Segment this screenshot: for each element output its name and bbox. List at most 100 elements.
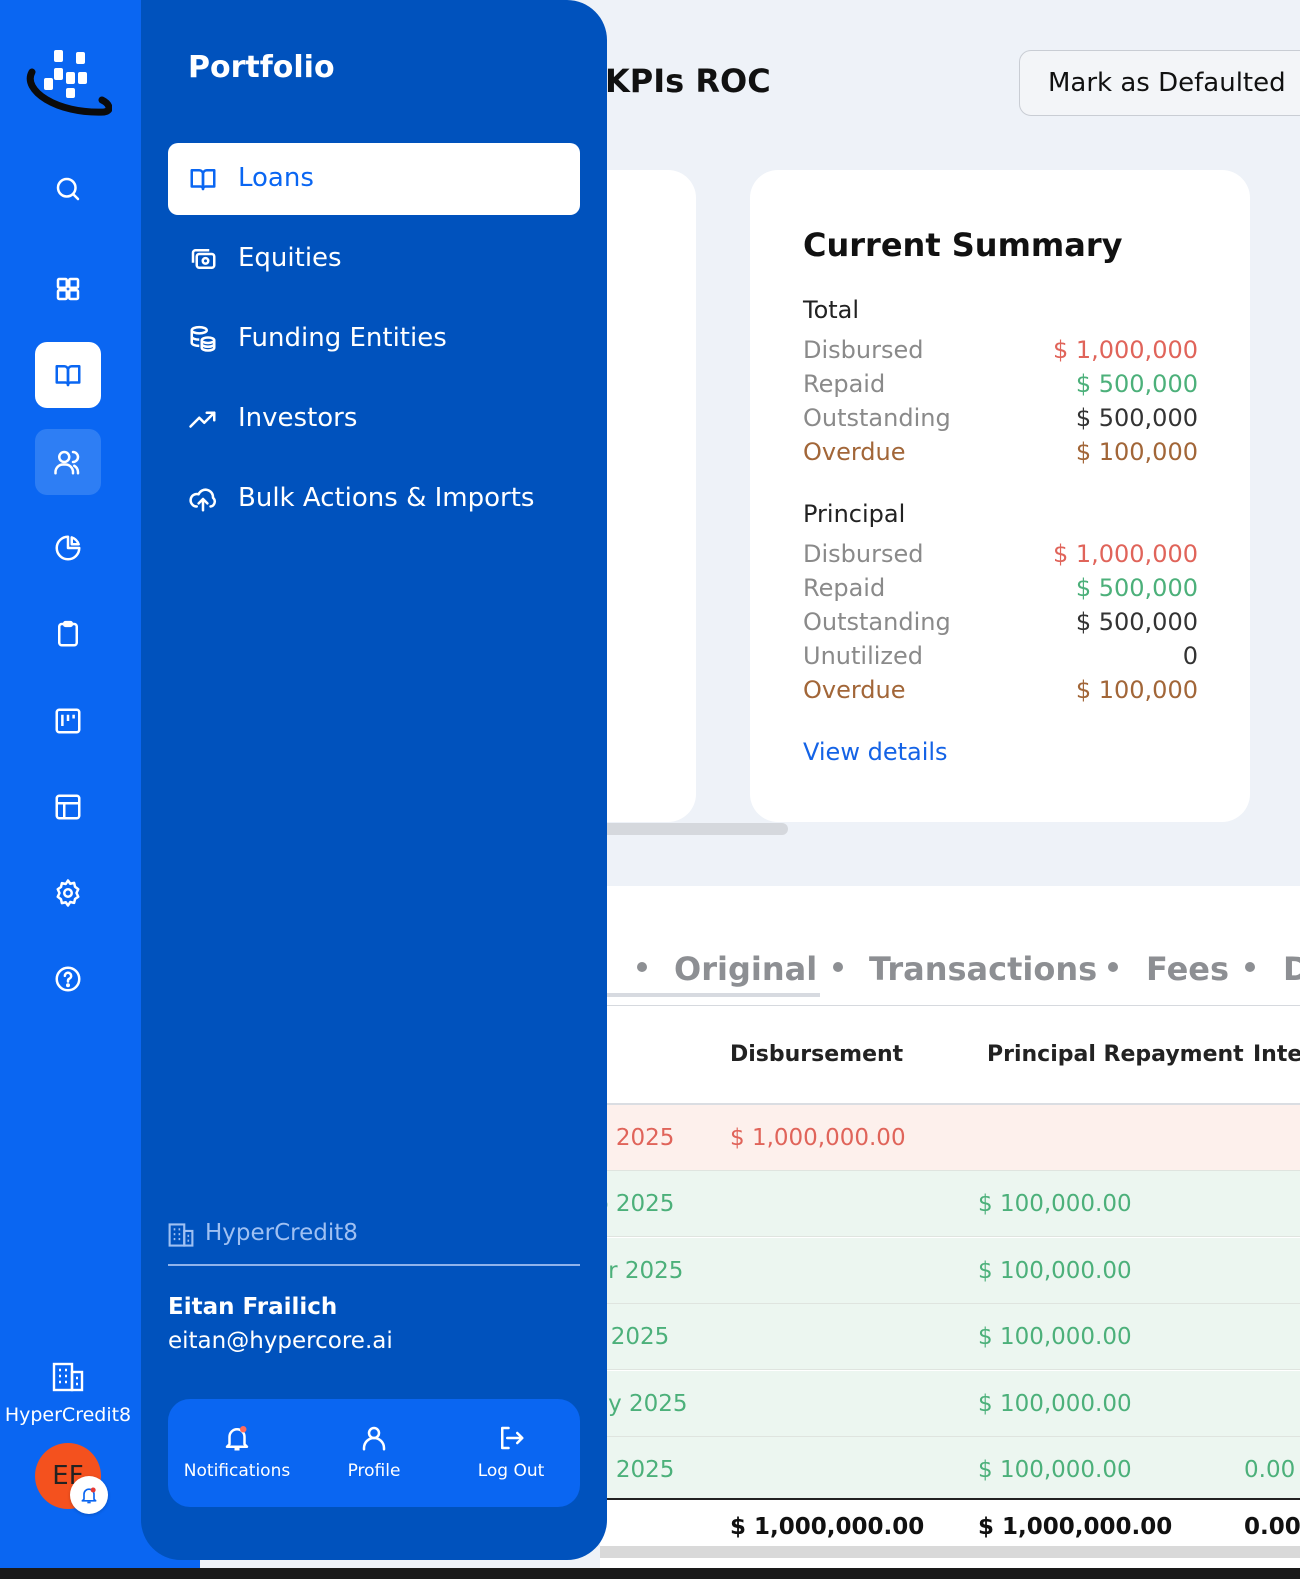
- total-outstanding-row: Outstanding $ 500,000: [803, 404, 1198, 438]
- principal-overdue-row: Overdue $ 100,000: [803, 676, 1198, 710]
- menu-item-equities[interactable]: Equities: [168, 223, 580, 295]
- cell-principal: $ 100,000.00: [978, 1258, 1132, 1284]
- logout-button[interactable]: Log Out: [442, 1399, 580, 1507]
- menu-item-funding-entities[interactable]: Funding Entities: [168, 303, 580, 375]
- gear-icon: [56, 879, 80, 907]
- rail-help-button[interactable]: [35, 946, 101, 1012]
- action-label: Notifications: [183, 1461, 291, 1481]
- cell-date: ay 2025: [594, 1391, 688, 1417]
- rail-search-button[interactable]: [35, 156, 101, 222]
- tab-transactions[interactable]: Transactions: [869, 950, 1097, 988]
- menu-item-label: Loans: [238, 163, 314, 193]
- cell-principal: $ 1,000,000.00: [978, 1514, 1173, 1540]
- principal-repaid-row: Repaid $ 500,000: [803, 574, 1198, 608]
- cell-disbursement: $ 1,000,000.00: [730, 1514, 925, 1540]
- row-label: Disbursed: [803, 336, 924, 364]
- menu-item-label: Equities: [238, 243, 342, 273]
- bell-icon: [225, 1426, 249, 1451]
- summary-title: Current Summary: [803, 226, 1123, 264]
- tab-separator: [1245, 962, 1255, 972]
- row-value: $ 500,000: [1075, 574, 1198, 602]
- coins-icon: [190, 325, 216, 352]
- table-row[interactable]: ay 2025 $ 100,000.00: [594, 1371, 1300, 1437]
- table-scrollbar[interactable]: [600, 1546, 1300, 1558]
- cards-scrollbar[interactable]: [600, 823, 788, 835]
- row-label: Repaid: [803, 574, 886, 602]
- table-row[interactable]: r 2025 $ 100,000.00: [594, 1304, 1300, 1370]
- rail-reports-button[interactable]: [35, 515, 101, 581]
- user-icon: [362, 1426, 386, 1451]
- table-row[interactable]: ar 2025 $ 100,000.00: [594, 1238, 1300, 1304]
- building-icon: [52, 1362, 84, 1392]
- cell-principal: $ 100,000.00: [978, 1191, 1132, 1217]
- menu-item-loans[interactable]: Loans: [168, 143, 580, 215]
- tab-separator: [637, 962, 647, 972]
- panel-title: Portfolio: [188, 50, 335, 85]
- rail-dashboard-button[interactable]: [35, 256, 101, 322]
- row-label: Outstanding: [803, 608, 951, 636]
- help-icon: [55, 966, 81, 992]
- bell-icon: [81, 1487, 97, 1504]
- row-label: Unutilized: [803, 642, 923, 670]
- cell-interest: 0.00: [1244, 1514, 1300, 1540]
- row-label: Disbursed: [803, 540, 924, 568]
- cash-icon: [191, 249, 216, 269]
- rail-portfolio-button[interactable]: [35, 342, 101, 408]
- row-label: Outstanding: [803, 404, 951, 432]
- principal-heading: Principal: [803, 500, 906, 528]
- account-action-bar: Notifications Profile Log Out: [168, 1399, 580, 1507]
- cell-principal: $ 100,000.00: [978, 1324, 1132, 1350]
- tab-next[interactable]: D: [1283, 950, 1300, 988]
- book-icon: [190, 169, 216, 191]
- row-value: $ 1,000,000: [1052, 540, 1198, 568]
- trend-up-icon: [189, 411, 216, 428]
- portfolio-flyout: Portfolio Loans Equities Funding Entitie…: [141, 0, 607, 1560]
- menu-item-label: Investors: [238, 403, 358, 433]
- row-value: $ 500,000: [1075, 370, 1198, 398]
- cell-principal: $ 100,000.00: [978, 1457, 1132, 1483]
- rail-users-button[interactable]: [35, 429, 101, 495]
- rail-tasks-button[interactable]: [35, 601, 101, 667]
- tab-fees[interactable]: Fees: [1146, 950, 1229, 988]
- rail-table-button[interactable]: [35, 774, 101, 840]
- app-logo-icon[interactable]: [26, 42, 112, 118]
- menu-item-label: Bulk Actions & Imports: [238, 483, 535, 513]
- row-label: Overdue: [803, 676, 906, 704]
- row-value: 0: [1182, 642, 1198, 670]
- menu-item-investors[interactable]: Investors: [168, 383, 580, 455]
- column-header-interest: Inte: [1253, 1042, 1300, 1067]
- kanban-icon: [55, 708, 81, 734]
- book-icon: [55, 365, 81, 387]
- row-value: $ 1,000,000: [1052, 336, 1198, 364]
- pie-chart-icon: [55, 535, 81, 561]
- mark-as-defaulted-button[interactable]: Mark as Defaulted: [1019, 50, 1300, 116]
- clipboard-icon: [58, 620, 78, 647]
- logout-icon: [501, 1426, 524, 1450]
- table-row[interactable]: b 2025 $ 100,000.00: [594, 1171, 1300, 1237]
- row-value: $ 100,000: [1075, 676, 1198, 704]
- notifications-button[interactable]: Notifications: [168, 1399, 306, 1507]
- page-title: KPIs ROC: [605, 62, 771, 100]
- rail-board-button[interactable]: [35, 688, 101, 754]
- view-details-link[interactable]: View details: [803, 738, 948, 766]
- principal-disbursed-row: Disbursed $ 1,000,000: [803, 540, 1198, 574]
- table-row[interactable]: n 2025 $ 1,000,000.00: [594, 1105, 1300, 1171]
- users-icon: [54, 450, 80, 475]
- rail-settings-button[interactable]: [35, 860, 101, 926]
- column-header-disbursement: Disbursement: [730, 1042, 904, 1067]
- tabs-divider: [600, 1005, 1300, 1006]
- profile-button[interactable]: Profile: [305, 1399, 443, 1507]
- user-email: eitan@hypercore.ai: [168, 1328, 393, 1354]
- action-label: Log Out: [477, 1461, 545, 1481]
- tab-original[interactable]: Original: [674, 950, 817, 988]
- row-value: $ 500,000: [1075, 608, 1198, 636]
- table-icon: [55, 794, 81, 820]
- rail-org-label: HyperCredit8: [4, 1404, 132, 1426]
- table-row[interactable]: n 2025 $ 100,000.00 0.00: [594, 1437, 1300, 1503]
- dashboard-icon: [56, 277, 80, 301]
- action-label: Profile: [347, 1461, 401, 1481]
- menu-item-bulk-actions[interactable]: Bulk Actions & Imports: [168, 463, 580, 535]
- row-value: $ 100,000: [1075, 438, 1198, 466]
- panel-divider: [168, 1264, 580, 1266]
- cloud-upload-icon: [189, 488, 216, 512]
